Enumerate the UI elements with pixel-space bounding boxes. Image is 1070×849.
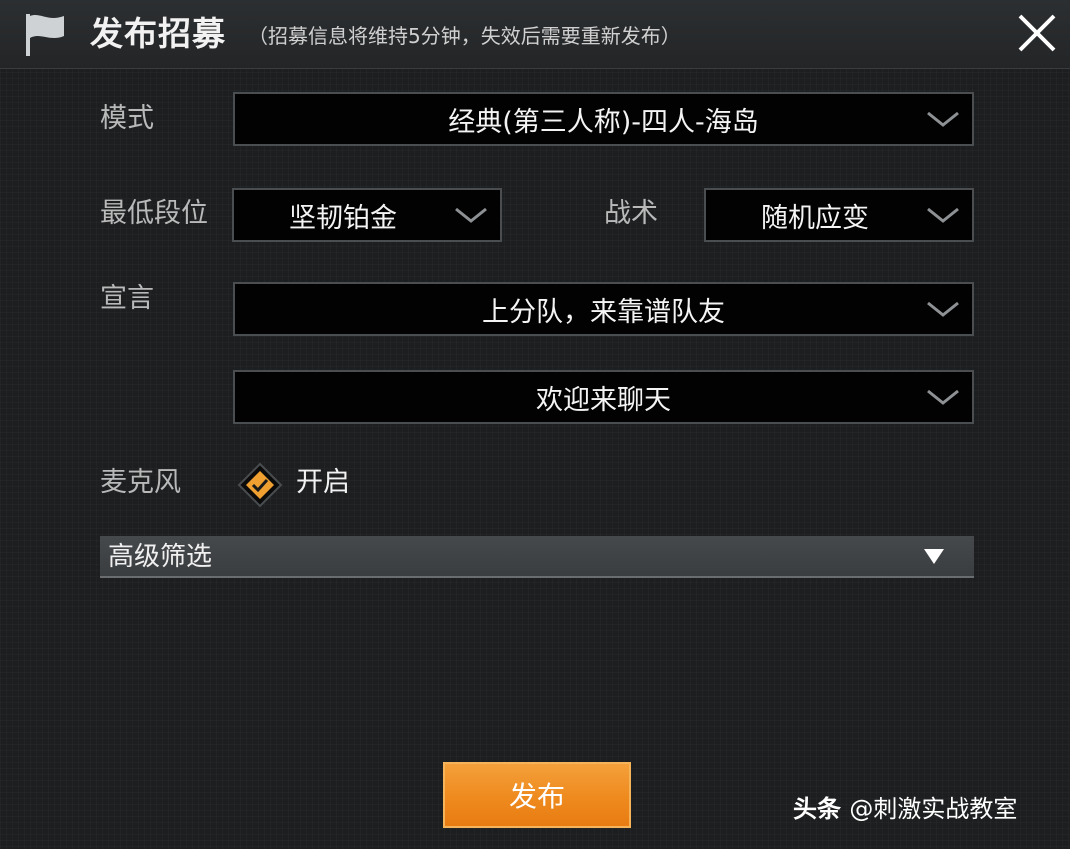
declaration-select-2[interactable]: 欢迎来聊天 bbox=[233, 370, 974, 424]
mode-label: 模式 bbox=[100, 103, 154, 134]
declaration-select-1[interactable]: 上分队，来靠谱队友 bbox=[233, 282, 974, 336]
microphone-label: 麦克风 bbox=[100, 467, 181, 498]
advanced-filter-bar[interactable]: 高级筛选 bbox=[100, 536, 974, 578]
mode-select[interactable]: 经典(第三人称)-四人-海岛 bbox=[233, 92, 974, 146]
min-rank-select[interactable]: 坚韧铂金 bbox=[232, 188, 502, 242]
close-icon[interactable] bbox=[1016, 12, 1058, 54]
watermark-brand: 头条 bbox=[793, 795, 841, 823]
chevron-down-icon bbox=[927, 301, 959, 317]
chevron-down-icon bbox=[927, 111, 959, 127]
tactic-select[interactable]: 随机应变 bbox=[704, 188, 974, 242]
chevron-down-icon bbox=[927, 207, 959, 223]
dialog-title: 发布招募 bbox=[90, 14, 226, 53]
declaration-value-1: 上分队，来靠谱队友 bbox=[482, 296, 725, 328]
declaration-value-2: 欢迎来聊天 bbox=[536, 384, 671, 416]
microphone-checkbox[interactable] bbox=[237, 462, 283, 508]
watermark-account: @刺激实战教室 bbox=[849, 795, 1018, 823]
tactic-label: 战术 bbox=[604, 198, 658, 229]
triangle-down-icon bbox=[924, 549, 944, 564]
declaration-label: 宣言 bbox=[100, 283, 154, 314]
publish-button[interactable]: 发布 bbox=[443, 762, 631, 828]
dialog-header: 发布招募 （招募信息将维持5分钟，失效后需要重新发布） bbox=[0, 0, 1070, 69]
tactic-value: 随机应变 bbox=[761, 202, 869, 234]
chevron-down-icon bbox=[455, 207, 487, 223]
flag-icon bbox=[26, 14, 64, 56]
mode-value: 经典(第三人称)-四人-海岛 bbox=[448, 106, 759, 138]
min-rank-value: 坚韧铂金 bbox=[289, 202, 397, 234]
chevron-down-icon bbox=[927, 389, 959, 405]
watermark: 头条 @刺激实战教室 bbox=[793, 792, 1017, 826]
advanced-filter-label: 高级筛选 bbox=[108, 542, 213, 572]
min-rank-label: 最低段位 bbox=[100, 198, 208, 229]
dialog-subtitle: （招募信息将维持5分钟，失效后需要重新发布） bbox=[248, 24, 681, 48]
microphone-option-label[interactable]: 开启 bbox=[296, 465, 350, 501]
